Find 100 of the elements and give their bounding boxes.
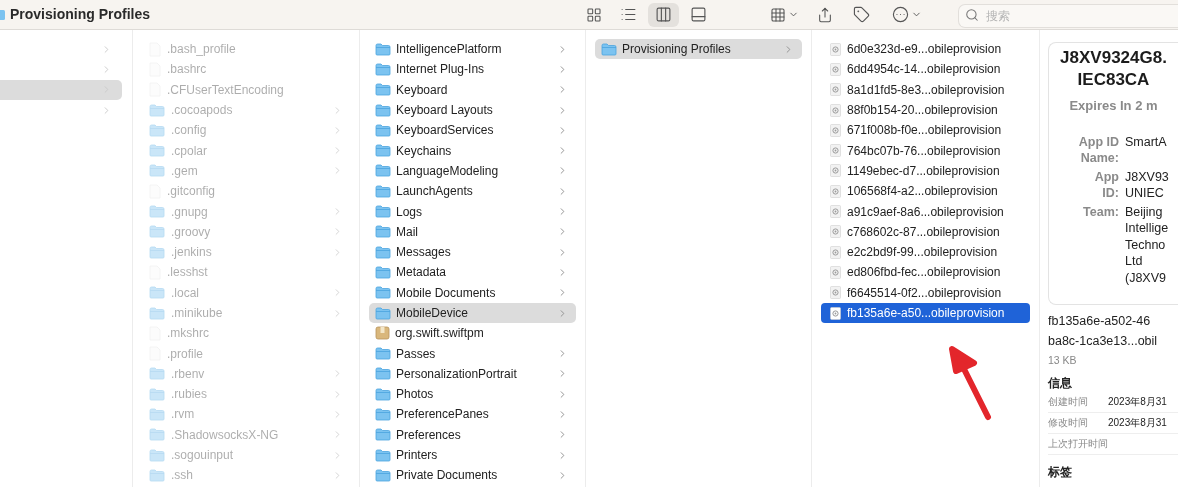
- search-field[interactable]: 搜索: [958, 3, 1178, 28]
- folder-icon: [375, 428, 391, 442]
- profile-file-row[interactable]: 8a1d1fd5-8e3...obileprovision: [821, 79, 1030, 100]
- package-icon: [375, 326, 390, 341]
- folder-icon: [149, 367, 165, 381]
- folder-row[interactable]: org.swift.swiftpm: [369, 323, 576, 344]
- folder-icon: [149, 245, 165, 259]
- folder-row[interactable]: Photos: [369, 384, 576, 405]
- file-name: .rubies: [171, 386, 208, 404]
- profile-file-row[interactable]: 764bc07b-76...obileprovision: [821, 140, 1030, 161]
- folder-name: Photos: [396, 386, 434, 404]
- folder-icon: [375, 225, 391, 239]
- gear-document-icon: [830, 62, 841, 76]
- folder-row[interactable]: PersonalizationPortrait: [369, 363, 576, 385]
- file-name: .groovy: [171, 223, 211, 241]
- profile-file-row[interactable]: a91c9aef-8a6...obileprovision: [821, 201, 1030, 222]
- folder-row[interactable]: Internet Plug-Ins: [369, 59, 576, 80]
- folder-row[interactable]: Preferences: [369, 424, 576, 445]
- folder-row[interactable]: IntelligencePlatform: [369, 39, 576, 60]
- folder-row[interactable]: Mail: [369, 221, 576, 242]
- profile-file-row[interactable]: f6645514-0f2...obileprovision: [821, 282, 1030, 303]
- folder-row[interactable]: LanguageModeling: [369, 160, 576, 182]
- folder-icon: [375, 448, 391, 462]
- field-label: App ID: [1078, 133, 1119, 150]
- field-value: J8XV93: [1125, 168, 1169, 185]
- folder-name: Mail: [396, 223, 418, 241]
- folder-row[interactable]: Passes: [369, 343, 576, 364]
- file-name: .cocoapods: [171, 102, 233, 120]
- gear-document-icon: [830, 103, 841, 117]
- folder-row[interactable]: Provisioning Profiles: [595, 39, 802, 60]
- profile-file-row[interactable]: 6d0e323d-e9...obileprovision: [821, 39, 1030, 60]
- profile-file-row[interactable]: c768602c-87...obileprovision: [821, 221, 1030, 242]
- column-view-button[interactable]: [648, 2, 679, 27]
- folder-row[interactable]: PreferencePanes: [369, 404, 576, 425]
- folder-icon: [375, 103, 391, 117]
- folder-icon: [375, 468, 391, 482]
- folder-row[interactable]: Keychains: [369, 140, 576, 161]
- file-name: a91c9aef-8a6...obileprovision: [847, 203, 1004, 221]
- folder-row[interactable]: Logs: [369, 201, 576, 222]
- info-label: 修改时间: [1048, 416, 1089, 431]
- info-label: 上次打开时间: [1048, 437, 1108, 452]
- folder-name: Provisioning Profiles: [622, 41, 731, 59]
- folder-row[interactable]: MobileDevice: [369, 302, 576, 324]
- folder-row[interactable]: Mobile Documents: [369, 282, 576, 303]
- folder-name: PreferencePanes: [396, 406, 489, 424]
- folder-row[interactable]: Keyboard: [369, 79, 576, 100]
- folder-row[interactable]: Private Documents: [369, 465, 576, 486]
- profile-file-row[interactable]: e2c2bd9f-99...obileprovision: [821, 241, 1030, 263]
- folder-name: Mobile Documents: [396, 284, 496, 302]
- folder-icon: [149, 468, 165, 482]
- folder-icon: [149, 387, 165, 401]
- more-icon: [892, 6, 909, 23]
- profile-file-row[interactable]: 106568f4-a2...obileprovision: [821, 181, 1030, 202]
- folder-icon: [375, 42, 391, 56]
- profile-file-row[interactable]: 88f0b154-20...obileprovision: [821, 99, 1030, 121]
- folder-icon: [149, 286, 165, 300]
- folder-icon: [149, 408, 165, 421]
- gear-document-icon: [830, 184, 841, 198]
- folder-row[interactable]: KeyboardServices: [369, 120, 576, 141]
- folder-row[interactable]: Keyboard Layouts: [369, 99, 576, 121]
- folder-name: Logs: [396, 203, 423, 221]
- profile-file-row[interactable]: fb135a6e-a50...obileprovision: [821, 302, 1030, 324]
- columns-icon: [655, 6, 672, 23]
- tags-heading: 标签: [1048, 463, 1073, 481]
- field-value: Techno: [1125, 236, 1167, 253]
- folder-row[interactable]: LaunchAgents: [369, 181, 576, 202]
- folder-icon: [375, 83, 391, 97]
- file-name: .gem: [171, 162, 198, 180]
- file-name: .config: [171, 122, 207, 140]
- profile-file-row[interactable]: 671f008b-f0e...obileprovision: [821, 120, 1030, 141]
- field-label: Name:: [1080, 150, 1119, 167]
- field-label: App: [1094, 168, 1119, 185]
- profile-file-row[interactable]: 1149ebec-d7...obileprovision: [821, 160, 1030, 182]
- file-name: 764bc07b-76...obileprovision: [847, 142, 1001, 160]
- folder-row[interactable]: Metadata: [369, 262, 576, 283]
- profile-title: IEC83CA: [1076, 69, 1151, 91]
- expiry-text: Expires In 2 m: [1068, 97, 1159, 115]
- profile-file-row[interactable]: 6dd4954c-14...obileprovision: [821, 59, 1030, 80]
- profile-file-row[interactable]: ed806fbd-fec...obileprovision: [821, 262, 1030, 283]
- folder-name: Keyboard Layouts: [396, 102, 493, 120]
- gear-document-icon: [830, 286, 841, 300]
- folder-row[interactable]: Messages: [369, 241, 576, 263]
- folder-icon: [375, 123, 391, 137]
- folder-icon: [149, 103, 165, 117]
- file-name: .CFUserTextEncoding: [167, 81, 284, 99]
- file-name: 8a1d1fd5-8e3...obileprovision: [847, 81, 1005, 99]
- share-icon: [817, 6, 833, 23]
- folder-icon: [375, 387, 391, 401]
- folder-icon: [375, 184, 391, 198]
- folder-name: Internet Plug-Ins: [396, 61, 485, 79]
- file-name: .gitconfig: [167, 183, 216, 201]
- file-name: e2c2bd9f-99...obileprovision: [847, 244, 998, 262]
- file-name: 106568f4-a2...obileprovision: [847, 183, 998, 201]
- window-title: Provisioning Profiles: [10, 5, 151, 24]
- folder-name: PersonalizationPortrait: [396, 365, 517, 383]
- folder-name: org.swift.swiftpm: [395, 325, 484, 343]
- file-name: 1149ebec-d7...obileprovision: [847, 162, 1000, 180]
- folder-icon: [375, 286, 391, 300]
- file-name: f6645514-0f2...obileprovision: [847, 284, 1002, 302]
- folder-row[interactable]: Printers: [369, 444, 576, 466]
